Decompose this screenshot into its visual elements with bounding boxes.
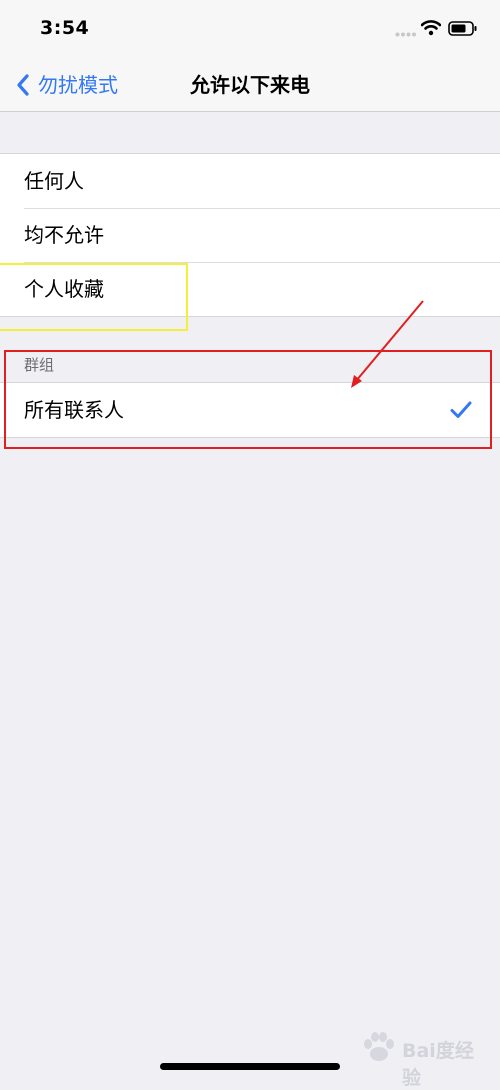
option-no-one[interactable]: 均不允许 (0, 208, 500, 262)
watermark-logo: Bai度经验 (360, 1030, 485, 1089)
home-indicator[interactable] (160, 1063, 340, 1070)
status-bar: 3:54 (0, 0, 500, 60)
chevron-left-icon (17, 74, 29, 96)
option-label: 任何人 (24, 169, 84, 193)
nav-bar: 勿扰模式 允许以下来电 (0, 60, 500, 112)
signal-icon (395, 32, 416, 37)
option-everyone[interactable]: 任何人 (0, 154, 500, 208)
wifi-icon (421, 20, 441, 36)
battery-icon (448, 21, 477, 36)
highlight-box-yellow (0, 263, 188, 331)
annotation-arrow-icon (351, 300, 424, 388)
option-label: 均不允许 (24, 223, 104, 247)
page-title: 允许以下来电 (190, 73, 310, 97)
back-button[interactable]: 勿扰模式 (14, 70, 118, 100)
paw-icon (364, 1032, 394, 1061)
back-label: 勿扰模式 (38, 73, 118, 97)
status-time: 3:54 (40, 17, 90, 39)
